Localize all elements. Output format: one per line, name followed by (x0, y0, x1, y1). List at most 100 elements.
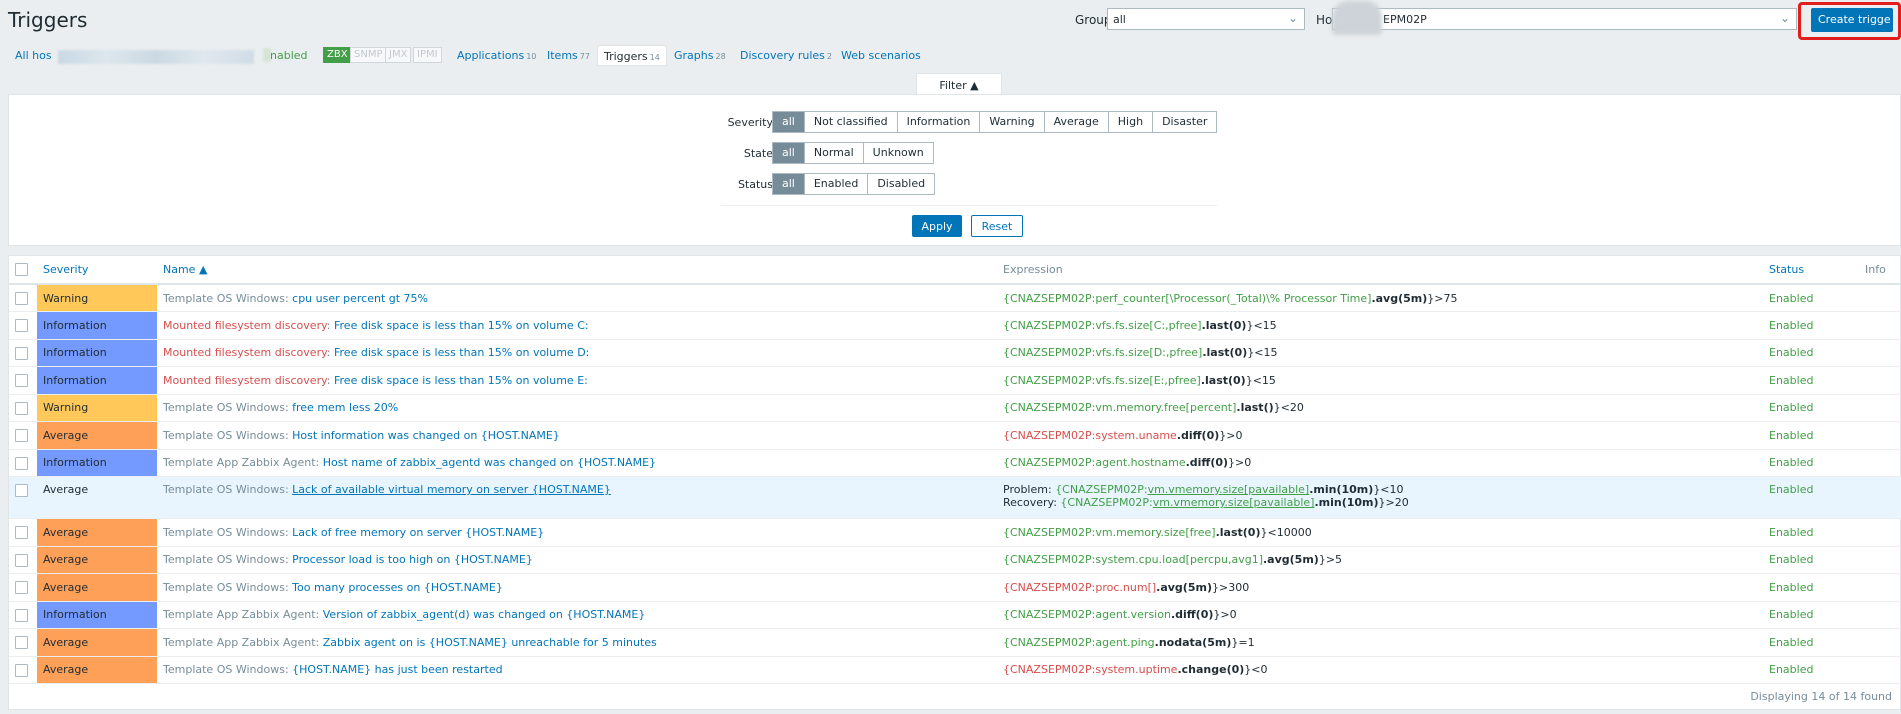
tab-web-scenarios[interactable]: Web scenarios (841, 49, 921, 62)
row-checkbox[interactable] (15, 319, 28, 332)
trigger-name-link[interactable]: Free disk space is less than 15% on volu… (334, 319, 589, 332)
tab-triggers[interactable]: Triggers 14 (597, 45, 667, 66)
trigger-name-link[interactable]: cpu user percent gt 75% (292, 292, 428, 305)
trigger-name-link[interactable]: Version of zabbix_agent(d) was changed o… (323, 608, 646, 621)
row-checkbox[interactable] (15, 291, 28, 305)
row-checkbox[interactable] (15, 636, 28, 649)
template-link[interactable]: Template App Zabbix Agent (163, 456, 316, 469)
status-option-all[interactable]: all (773, 174, 805, 194)
item-key-link[interactable]: vm.memory.size[free] (1095, 526, 1215, 539)
template-link[interactable]: Template OS Windows (163, 581, 285, 594)
item-key-link[interactable]: agent.ping (1095, 636, 1154, 649)
create-trigger-button[interactable]: Create trigge (1811, 8, 1893, 32)
trigger-name-link[interactable]: Zabbix agent on is {HOST.NAME} unreachab… (323, 636, 657, 649)
state-option-all[interactable]: all (773, 143, 805, 163)
host-select[interactable]: EPM02P ⌄ (1332, 8, 1797, 30)
status-toggle-link[interactable]: Enabled (1769, 483, 1813, 496)
state-option-normal[interactable]: Normal (805, 143, 864, 163)
filter-toggle-tab[interactable]: Filter ▲ (916, 73, 1002, 95)
status-toggle-link[interactable]: Enabled (1769, 319, 1813, 332)
status-toggle-link[interactable]: Enabled (1769, 526, 1813, 539)
severity-column-header[interactable]: Severity (37, 256, 157, 285)
trigger-name-link[interactable]: free mem less 20% (292, 401, 398, 414)
template-link[interactable]: Mounted filesystem discovery (163, 319, 327, 332)
status-toggle-link[interactable]: Enabled (1769, 581, 1813, 594)
severity-option-information[interactable]: Information (898, 112, 981, 132)
tab-graphs[interactable]: Graphs 28 (674, 49, 726, 62)
status-option-disabled[interactable]: Disabled (868, 174, 934, 194)
tab-discovery-rules[interactable]: Discovery rules 2 (740, 49, 832, 62)
trigger-name-link[interactable]: Free disk space is less than 15% on volu… (334, 374, 588, 387)
template-link[interactable]: Mounted filesystem discovery (163, 374, 327, 387)
row-checkbox[interactable] (15, 483, 28, 497)
template-link[interactable]: Template App Zabbix Agent (163, 608, 316, 621)
severity-option-average[interactable]: Average (1045, 112, 1109, 132)
trigger-name-link[interactable]: Free disk space is less than 15% on volu… (334, 346, 589, 359)
name-column-header[interactable]: Name ▲ (157, 256, 997, 285)
item-key-link[interactable]: vm.memory.free[percent] (1095, 401, 1236, 414)
trigger-name-link[interactable]: Host information was changed on {HOST.NA… (292, 429, 560, 442)
template-link[interactable]: Template OS Windows (163, 483, 285, 496)
template-link[interactable]: Mounted filesystem discovery (163, 346, 327, 359)
severity-option-high[interactable]: High (1109, 112, 1154, 132)
item-key-link[interactable]: perf_counter[\Processor(_Total)\% Proces… (1095, 292, 1371, 305)
trigger-name-link[interactable]: Too many processes on {HOST.NAME} (292, 581, 503, 594)
row-checkbox[interactable] (15, 401, 28, 415)
status-toggle-link[interactable]: Enabled (1769, 663, 1813, 676)
tab-applications[interactable]: Applications 10 (457, 49, 536, 62)
template-link[interactable]: Template OS Windows (163, 401, 285, 414)
row-checkbox[interactable] (15, 374, 28, 387)
trigger-name-link[interactable]: {HOST.NAME} has just been restarted (292, 663, 502, 676)
item-key-link[interactable]: system.uptime (1095, 663, 1177, 676)
template-link[interactable]: Template OS Windows (163, 663, 285, 676)
status-toggle-link[interactable]: Enabled (1769, 401, 1813, 414)
reset-button[interactable]: Reset (971, 215, 1023, 237)
group-select[interactable]: all ⌄ (1107, 8, 1305, 30)
status-toggle-link[interactable]: Enabled (1769, 608, 1813, 621)
item-key-link[interactable]: vfs.fs.size[D:,pfree] (1095, 346, 1202, 359)
tab-items[interactable]: Items 77 (547, 49, 590, 62)
status-toggle-link[interactable]: Enabled (1769, 346, 1813, 359)
trigger-name-link[interactable]: Host name of zabbix_agentd was changed o… (323, 456, 656, 469)
state-option-unknown[interactable]: Unknown (864, 143, 933, 163)
item-key-link[interactable]: system.cpu.load[percpu,avg1] (1095, 553, 1263, 566)
trigger-name-link[interactable]: Processor load is too high on {HOST.NAME… (292, 553, 533, 566)
row-checkbox[interactable] (15, 581, 28, 594)
item-key-link[interactable]: agent.version (1095, 608, 1171, 621)
template-link[interactable]: Template OS Windows (163, 292, 285, 305)
status-toggle-link[interactable]: Enabled (1769, 374, 1813, 387)
severity-option-not-classified[interactable]: Not classified (805, 112, 898, 132)
severity-option-warning[interactable]: Warning (980, 112, 1045, 132)
item-key-link[interactable]: agent.hostname (1095, 456, 1185, 469)
row-checkbox[interactable] (15, 456, 28, 470)
status-toggle-link[interactable]: Enabled (1769, 553, 1813, 566)
severity-option-disaster[interactable]: Disaster (1153, 112, 1216, 132)
severity-option-all[interactable]: all (773, 112, 805, 132)
status-toggle-link[interactable]: Enabled (1769, 636, 1813, 649)
select-all-checkbox[interactable] (15, 263, 28, 277)
status-option-enabled[interactable]: Enabled (805, 174, 869, 194)
row-checkbox[interactable] (15, 663, 28, 677)
status-toggle-link[interactable]: Enabled (1769, 456, 1813, 469)
item-key-link[interactable]: system.uname (1095, 429, 1176, 442)
item-key-link[interactable]: vm.vmemory.size[pavailable] (1148, 483, 1310, 496)
status-toggle-link[interactable]: Enabled (1769, 429, 1813, 442)
status-column-header[interactable]: Status (1763, 256, 1859, 285)
trigger-name-link[interactable]: Lack of free memory on server {HOST.NAME… (292, 526, 544, 539)
item-key-link[interactable]: vm.vmemory.size[pavailable] (1153, 496, 1315, 509)
item-key-link[interactable]: vfs.fs.size[C:,pfree] (1095, 319, 1201, 332)
row-checkbox[interactable] (15, 608, 28, 622)
row-checkbox[interactable] (15, 346, 28, 360)
all-hosts-link[interactable]: All hos (15, 49, 52, 62)
row-checkbox[interactable] (15, 429, 28, 442)
status-toggle-link[interactable]: Enabled (1769, 292, 1813, 305)
row-checkbox[interactable] (15, 553, 28, 567)
template-link[interactable]: Template OS Windows (163, 429, 285, 442)
trigger-name-link[interactable]: Lack of available virtual memory on serv… (292, 483, 611, 496)
row-checkbox[interactable] (15, 526, 28, 539)
apply-button[interactable]: Apply (912, 215, 962, 237)
item-key-link[interactable]: vfs.fs.size[E:,pfree] (1095, 374, 1200, 387)
template-link[interactable]: Template OS Windows (163, 526, 285, 539)
item-key-link[interactable]: proc.num[] (1095, 581, 1156, 594)
template-link[interactable]: Template App Zabbix Agent (163, 636, 316, 649)
